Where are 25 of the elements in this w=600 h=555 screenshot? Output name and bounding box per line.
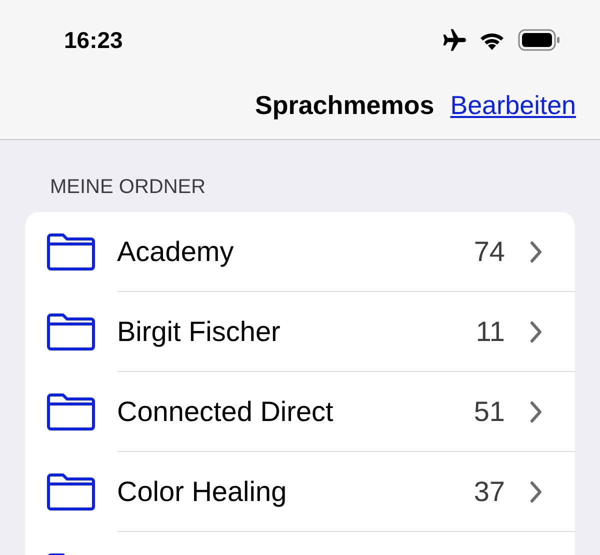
folder-count: 51	[474, 396, 505, 428]
folder-icon	[47, 313, 95, 351]
folder-name: Connected Direct	[117, 396, 334, 428]
folder-name: Academy	[117, 236, 235, 268]
edit-link[interactable]: Bearbeiten	[450, 90, 576, 121]
chevron-icon	[529, 480, 543, 504]
folder-icon	[47, 233, 95, 271]
folder-count: 11	[476, 316, 505, 348]
chevron-icon	[529, 400, 543, 424]
nav-title: Sprachmemos	[255, 90, 434, 121]
section-header: MEINE ORDNER	[49, 175, 207, 200]
folder-name: Birgit Fischer	[117, 316, 282, 348]
folder-row[interactable]: Color Healing 37	[25, 452, 575, 532]
status-time: 16:23	[64, 26, 123, 54]
chevron-icon	[529, 240, 543, 264]
folder-row[interactable]: Academy 74	[25, 212, 575, 292]
folder-count: 74	[474, 236, 505, 268]
battery-icon	[518, 29, 560, 51]
chevron-icon	[529, 320, 543, 344]
folder-count: 37	[474, 476, 505, 508]
folder-row[interactable]: Birgit Fischer 11	[25, 292, 575, 372]
folder-name: Color Healing	[117, 476, 288, 508]
folder-icon	[47, 473, 95, 511]
folder-row[interactable]: Connected Direct 51	[25, 372, 575, 452]
folder-icon	[47, 393, 95, 431]
